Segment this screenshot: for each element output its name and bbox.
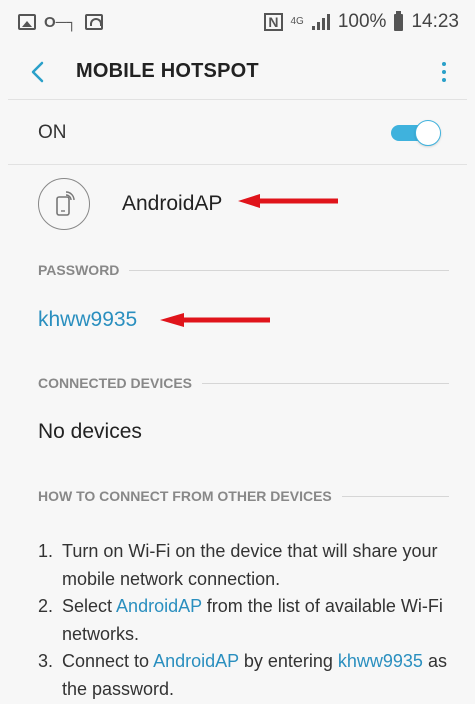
app-bar: MOBILE HOTSPOT xyxy=(8,44,467,100)
network-name-link: AndroidAP xyxy=(153,651,239,671)
annotation-arrow-network-icon xyxy=(238,194,338,208)
no-devices-text: No devices xyxy=(38,420,142,443)
more-vertical-icon[interactable] xyxy=(439,60,449,84)
instructions-list: 1. Turn on Wi-Fi on the device that will… xyxy=(38,538,448,703)
toggle-state-label: ON xyxy=(38,121,67,143)
password-section-header: PASSWORD xyxy=(8,258,467,282)
annotation-arrow-password-icon xyxy=(160,313,270,327)
hotspot-notification-icon xyxy=(84,14,103,30)
instruction-step: 2. Select AndroidAP from the list of ava… xyxy=(38,596,443,644)
how-to-connect-header: HOW TO CONNECT FROM OTHER DEVICES xyxy=(8,484,467,508)
instruction-step: 3. Connect to AndroidAP by entering khww… xyxy=(38,651,447,699)
clock: 14:23 xyxy=(411,11,459,32)
page-title: MOBILE HOTSPOT xyxy=(76,60,259,82)
network-name-link: AndroidAP xyxy=(116,596,202,616)
status-bar: O─┐ N 4G 100% 14:23 xyxy=(8,0,467,44)
hotspot-toggle-row[interactable]: ON xyxy=(8,101,467,165)
battery-percent: 100% xyxy=(337,11,387,32)
key-notification-icon: O─┐ xyxy=(44,13,77,31)
signal-icon xyxy=(311,14,330,30)
battery-icon xyxy=(394,10,404,31)
nfc-icon: N xyxy=(264,13,283,31)
connected-devices-header: CONNECTED DEVICES xyxy=(8,371,467,395)
hotspot-toggle[interactable] xyxy=(391,119,441,146)
password-value[interactable]: khww9935 xyxy=(38,308,137,332)
instruction-step: 1. Turn on Wi-Fi on the device that will… xyxy=(38,541,438,589)
chevron-left-icon[interactable] xyxy=(30,60,54,84)
hotspot-device-icon xyxy=(38,178,90,230)
password-link: khww9935 xyxy=(337,651,423,671)
network-name: AndroidAP xyxy=(122,192,223,215)
network-type-label: 4G xyxy=(290,16,304,27)
picture-notification-icon xyxy=(18,14,36,30)
